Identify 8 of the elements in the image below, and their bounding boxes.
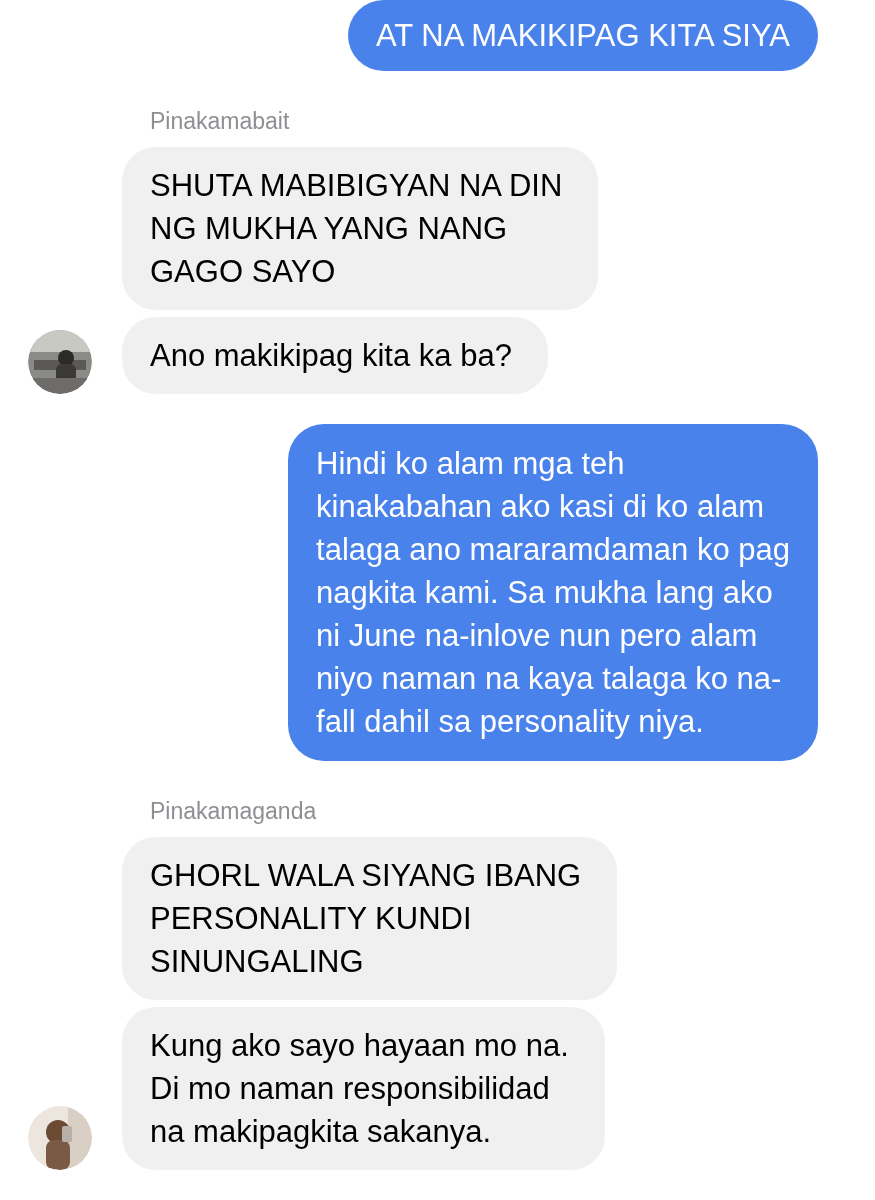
sent-message: AT NA MAKIKIPAG KITA SIYA [347, 0, 818, 71]
sender-name: Pinakamaganda [150, 797, 318, 825]
received-message: Ano makikipag kita ka ba? [122, 317, 548, 394]
received-message: Kung ako sayo hayaan mo na. Di mo naman responsibilidad na makipagkita sakanya. [122, 1007, 605, 1170]
sender-name: Pinakamabait [150, 107, 291, 135]
received-message: SHUTA MABIBIGYAN NA DIN NG MUKHA YANG NANG GAGO SAYO [122, 147, 599, 310]
sent-message: Hindi ko alam mga teh kinakabahan ako kasi di ko alam talaga ano mararamdaman ko pag nagkita kami. Sa mukha lang ako ni June na-inlove nun pero alam niyo naman na kaya talaga ko na- fall dahil sa personality niya. [288, 424, 818, 761]
received-message: GHORL WALA SIYANG IBANG PERSONALITY KUNDI SINUNGALING [122, 837, 618, 1000]
